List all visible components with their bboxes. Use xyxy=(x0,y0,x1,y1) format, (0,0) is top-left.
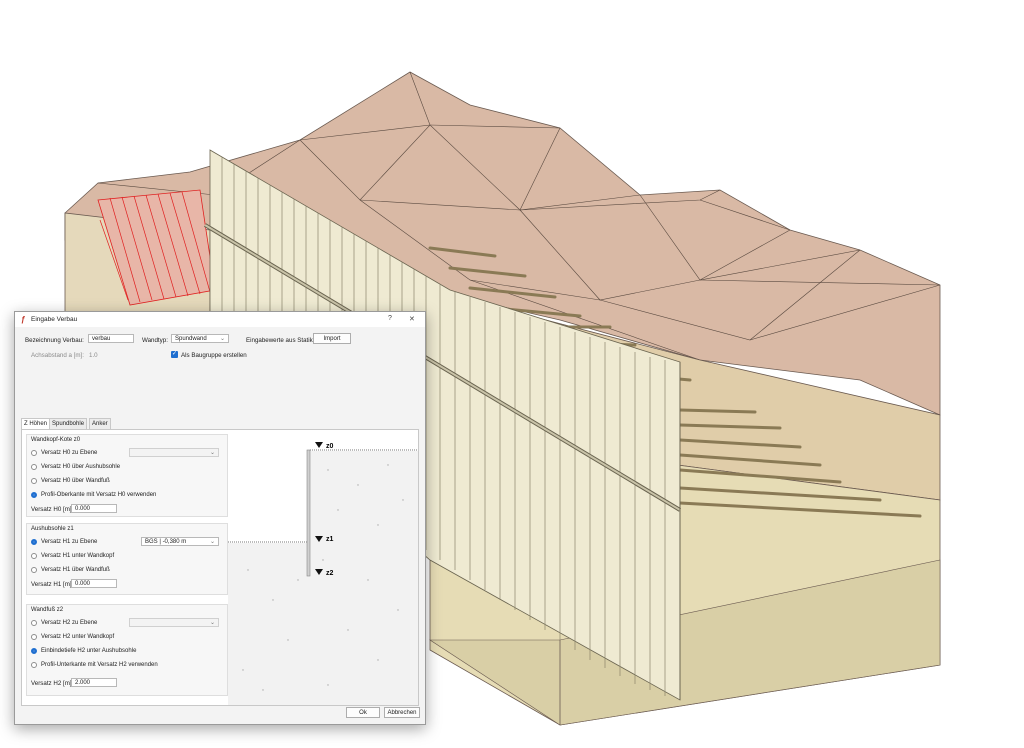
z1-marker: z1 xyxy=(326,536,334,543)
radio-h0-profil-oberkante-label: Profil-Oberkante mit Versatz H0 verwende… xyxy=(41,492,157,498)
wandtyp-select[interactable]: Spundwand ⌄ xyxy=(171,334,229,343)
dialog-title: Eingabe Verbau xyxy=(31,316,78,323)
radio-h1-ebene[interactable] xyxy=(31,539,37,545)
bezeichnung-label: Bezeichnung Verbau: xyxy=(25,337,84,344)
radio-h2-einbindetiefe-label: Einbindetiefe H2 unter Aushubsohle xyxy=(41,648,137,654)
z0-marker: z0 xyxy=(326,443,334,450)
z2-marker: z2 xyxy=(326,570,334,577)
h1-value-input[interactable]: 0.000 xyxy=(71,579,117,588)
radio-h1-wandkopf-label: Versatz H1 unter Wandkopf xyxy=(41,553,115,559)
group-wandkopf: Wandkopf-Kote z0 Versatz H0 zu Ebene ⌄ V… xyxy=(26,434,228,517)
h0-value-input[interactable]: 0.000 xyxy=(71,504,117,513)
chevron-down-icon: ⌄ xyxy=(209,450,215,456)
tab-anker[interactable]: Anker xyxy=(89,418,111,429)
h0-value-label: Versatz H0 [m]: xyxy=(31,506,74,513)
statik-label: Eingabewerte aus Statik: xyxy=(246,337,315,344)
radio-h0-aushubsohle[interactable] xyxy=(31,464,37,470)
h1-ebene-select[interactable]: BGS | -0,380 m ⌄ xyxy=(141,537,219,546)
radio-h2-ebene-label: Versatz H2 zu Ebene xyxy=(41,620,98,626)
close-button[interactable]: ✕ xyxy=(409,315,415,323)
radio-h2-profil-unterkante[interactable] xyxy=(31,662,37,668)
chevron-down-icon: ⌄ xyxy=(209,620,215,626)
radio-h0-profil-oberkante[interactable] xyxy=(31,492,37,498)
radio-h0-ebene-label: Versatz H0 zu Ebene xyxy=(41,450,98,456)
chevron-down-icon: ⌄ xyxy=(219,336,225,342)
achsabstand-label: Achsabstand a [m]: xyxy=(31,352,84,359)
h2-value-input[interactable]: 2.000 xyxy=(71,678,117,687)
app-logo-icon: ƒ xyxy=(21,315,26,324)
radio-h2-wandkopf[interactable] xyxy=(31,634,37,640)
radio-h1-wandfuss-label: Versatz H1 über Wandfuß xyxy=(41,567,110,573)
height-preview: z0 z1 z2 xyxy=(228,430,418,705)
achsabstand-value: 1.0 xyxy=(89,352,98,359)
h1-value-label: Versatz H1 [m]: xyxy=(31,581,74,588)
radio-h2-einbindetiefe[interactable] xyxy=(31,648,37,654)
cancel-button[interactable]: Abbrechen xyxy=(384,707,420,718)
radio-h2-profil-unterkante-label: Profil-Unterkante mit Versatz H2 verwend… xyxy=(41,662,158,668)
radio-h0-aushubsohle-label: Versatz H0 über Aushubsohle xyxy=(41,464,121,470)
ok-button[interactable]: Ok xyxy=(346,707,380,718)
group-aushubsohle: Aushubsohle z1 Versatz H1 zu Ebene BGS |… xyxy=(26,523,228,595)
h1-ebene-value: BGS | -0,380 m xyxy=(145,539,187,545)
wandtyp-value: Spundwand xyxy=(175,336,207,342)
import-button[interactable]: Import xyxy=(313,333,351,344)
radio-h1-ebene-label: Versatz H1 zu Ebene xyxy=(41,539,98,545)
h0-ebene-select: ⌄ xyxy=(129,448,219,457)
radio-h0-ebene[interactable] xyxy=(31,450,37,456)
group-aushubsohle-title: Aushubsohle z1 xyxy=(31,526,74,532)
radio-h1-wandkopf[interactable] xyxy=(31,553,37,559)
baugruppe-checkbox[interactable]: ✓ xyxy=(171,351,178,358)
eingabe-verbau-dialog: ƒ Eingabe Verbau ? ✕ Bezeichnung Verbau:… xyxy=(14,311,426,725)
h2-value-label: Versatz H2 [m]: xyxy=(31,680,74,687)
radio-h1-wandfuss[interactable] xyxy=(31,567,37,573)
group-wandfuss-title: Wandfuß z2 xyxy=(31,607,64,613)
tab-panel-z-hoehen: Wandkopf-Kote z0 Versatz H0 zu Ebene ⌄ V… xyxy=(21,429,419,706)
radio-h0-wandfuss[interactable] xyxy=(31,478,37,484)
group-wandkopf-title: Wandkopf-Kote z0 xyxy=(31,437,81,443)
baugruppe-label: Als Baugruppe erstellen xyxy=(181,352,247,359)
radio-h0-wandfuss-label: Versatz H0 über Wandfuß xyxy=(41,478,110,484)
radio-h2-wandkopf-label: Versatz H2 unter Wandkopf xyxy=(41,634,115,640)
help-button[interactable]: ? xyxy=(388,315,392,322)
chevron-down-icon: ⌄ xyxy=(209,539,215,545)
radio-h2-ebene[interactable] xyxy=(31,620,37,626)
wandtyp-label: Wandtyp: xyxy=(142,337,168,344)
dialog-titlebar[interactable]: ƒ Eingabe Verbau ? ✕ xyxy=(15,312,425,327)
bezeichnung-input[interactable]: verbau xyxy=(88,334,134,343)
h2-ebene-select: ⌄ xyxy=(129,618,219,627)
tab-spundbohle[interactable]: Spundbohle xyxy=(49,418,88,429)
group-wandfuss: Wandfuß z2 Versatz H2 zu Ebene ⌄ Versatz… xyxy=(26,604,228,696)
